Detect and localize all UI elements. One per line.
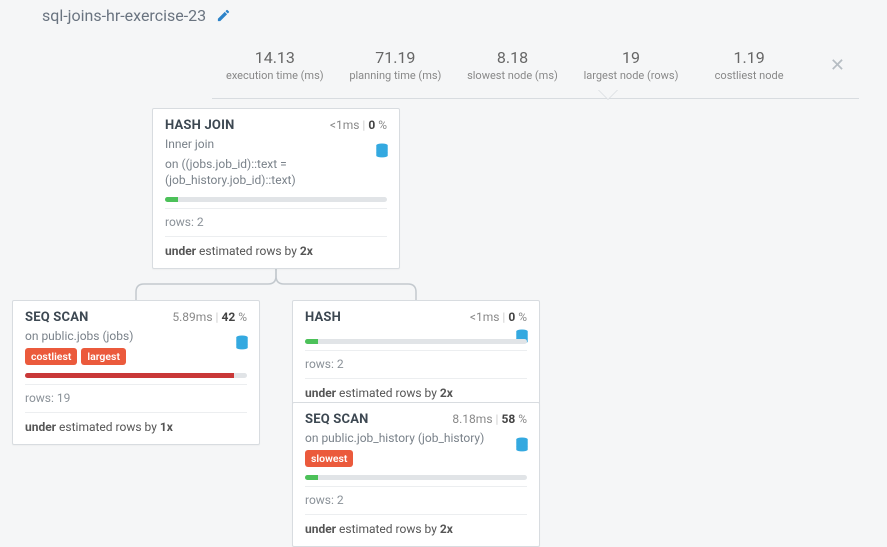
node-time: 8.18 [452,412,475,426]
est-factor: 1x [160,420,173,434]
stat-planning-time: 71.19 planning time (ms) [349,48,441,82]
badges: slowest [305,450,527,467]
bar-fill [305,475,318,480]
node-metrics: 8.18ms|58 % [452,412,527,426]
node-hash-join[interactable]: HASH JOIN <1ms|0 % Inner join on ((jobs.… [152,108,400,269]
badges: costliest largest [25,348,247,365]
bar-fill [165,197,178,202]
badge-largest: largest [81,348,126,365]
stats-bar: 14.13 execution time (ms) 71.19 planning… [212,42,859,99]
database-icon[interactable] [375,143,389,163]
node-header: SEQ SCAN 5.89ms|42 % [25,310,247,325]
progress-bar [165,197,387,202]
node-seqscan-job-history[interactable]: SEQ SCAN 8.18ms|58 % on public.job_histo… [292,402,540,547]
bar-fill [305,339,318,344]
node-time-unit: ms [343,118,360,132]
node-detail: on public.job_history (job_history) [305,430,527,446]
est-prefix: under [25,420,56,434]
node-metrics: 5.89ms|42 % [172,310,247,324]
bar-fill [25,373,234,378]
node-title: SEQ SCAN [25,310,89,325]
stats-pointer-icon [598,90,618,100]
stat-value: 1.19 [704,48,794,67]
rows-line: rows: 2 [305,350,527,371]
close-icon[interactable]: ✕ [820,55,845,76]
stat-label: largest node (rows) [584,69,679,82]
progress-bar [305,339,527,344]
estimate-line: under estimated rows by 2x [165,236,387,258]
badge-costliest: costliest [25,348,77,365]
est-factor: 2x [440,386,453,400]
stat-value: 8.18 [467,48,558,67]
node-header: HASH JOIN <1ms|0 % [165,118,387,133]
est-mid: estimated rows by [336,522,440,536]
title-row: sql-joins-hr-exercise-23 [42,6,231,25]
est-factor: 2x [440,522,453,536]
node-pct: 42 [221,310,235,324]
plan-canvas: HASH JOIN <1ms|0 % Inner join on ((jobs.… [0,108,887,513]
node-detail: on ((jobs.job_id)::text = (job_history.j… [165,156,387,188]
est-factor: 2x [300,244,313,258]
est-prefix: under [165,244,196,258]
est-prefix: under [305,386,336,400]
rows-line: rows: 2 [165,208,387,229]
progress-bar [305,475,527,480]
node-title: SEQ SCAN [305,412,369,427]
estimate-line: under estimated rows by 2x [305,378,527,400]
node-title: HASH [305,310,341,325]
node-detail: on public.jobs (jobs) [25,328,247,344]
stat-label: planning time (ms) [349,69,441,82]
node-header: SEQ SCAN 8.18ms|58 % [305,412,527,427]
separator: | [499,310,508,324]
node-time: <1 [330,118,343,132]
node-pct: 0 [508,310,515,324]
stat-label: slowest node (ms) [467,69,558,82]
progress-bar [25,373,247,378]
est-mid: estimated rows by [56,420,160,434]
node-detail: Inner join [165,136,387,152]
stat-slowest-node: 8.18 slowest node (ms) [467,48,558,82]
edit-icon[interactable] [216,8,231,23]
stat-label: costliest node [704,69,794,82]
node-metrics: <1ms|0 % [330,118,387,132]
node-header: HASH <1ms|0 % [305,310,527,325]
badge-slowest: slowest [305,450,353,467]
stat-value: 14.13 [226,48,324,67]
rows-line: rows: 2 [305,486,527,507]
database-icon[interactable] [515,437,529,457]
node-metrics: <1ms|0 % [470,310,527,324]
node-time-unit: ms [476,412,493,426]
node-time-unit: ms [196,310,213,324]
est-prefix: under [305,522,336,536]
separator: | [359,118,368,132]
database-icon[interactable] [235,335,249,355]
estimate-line: under estimated rows by 2x [305,514,527,536]
node-time: 5.89 [172,310,195,324]
stat-label: execution time (ms) [226,69,324,82]
node-title: HASH JOIN [165,118,234,133]
est-mid: estimated rows by [196,244,300,258]
node-pct: 58 [501,412,515,426]
node-pct: 0 [368,118,375,132]
node-time: <1 [470,310,483,324]
node-seqscan-jobs[interactable]: SEQ SCAN 5.89ms|42 % on public.jobs (job… [12,300,260,445]
stat-value: 71.19 [349,48,441,67]
estimate-line: under estimated rows by 1x [25,412,247,434]
stat-execution-time: 14.13 execution time (ms) [226,48,324,82]
rows-line: rows: 19 [25,384,247,405]
node-time-unit: ms [483,310,500,324]
page-title: sql-joins-hr-exercise-23 [42,6,206,25]
stat-largest-node: 19 largest node (rows) [584,48,679,82]
stat-value: 19 [584,48,679,67]
node-hash[interactable]: HASH <1ms|0 % rows: 2 under estimated ro… [292,300,540,411]
est-mid: estimated rows by [336,386,440,400]
stat-costliest-node: 1.19 costliest node [704,48,794,82]
